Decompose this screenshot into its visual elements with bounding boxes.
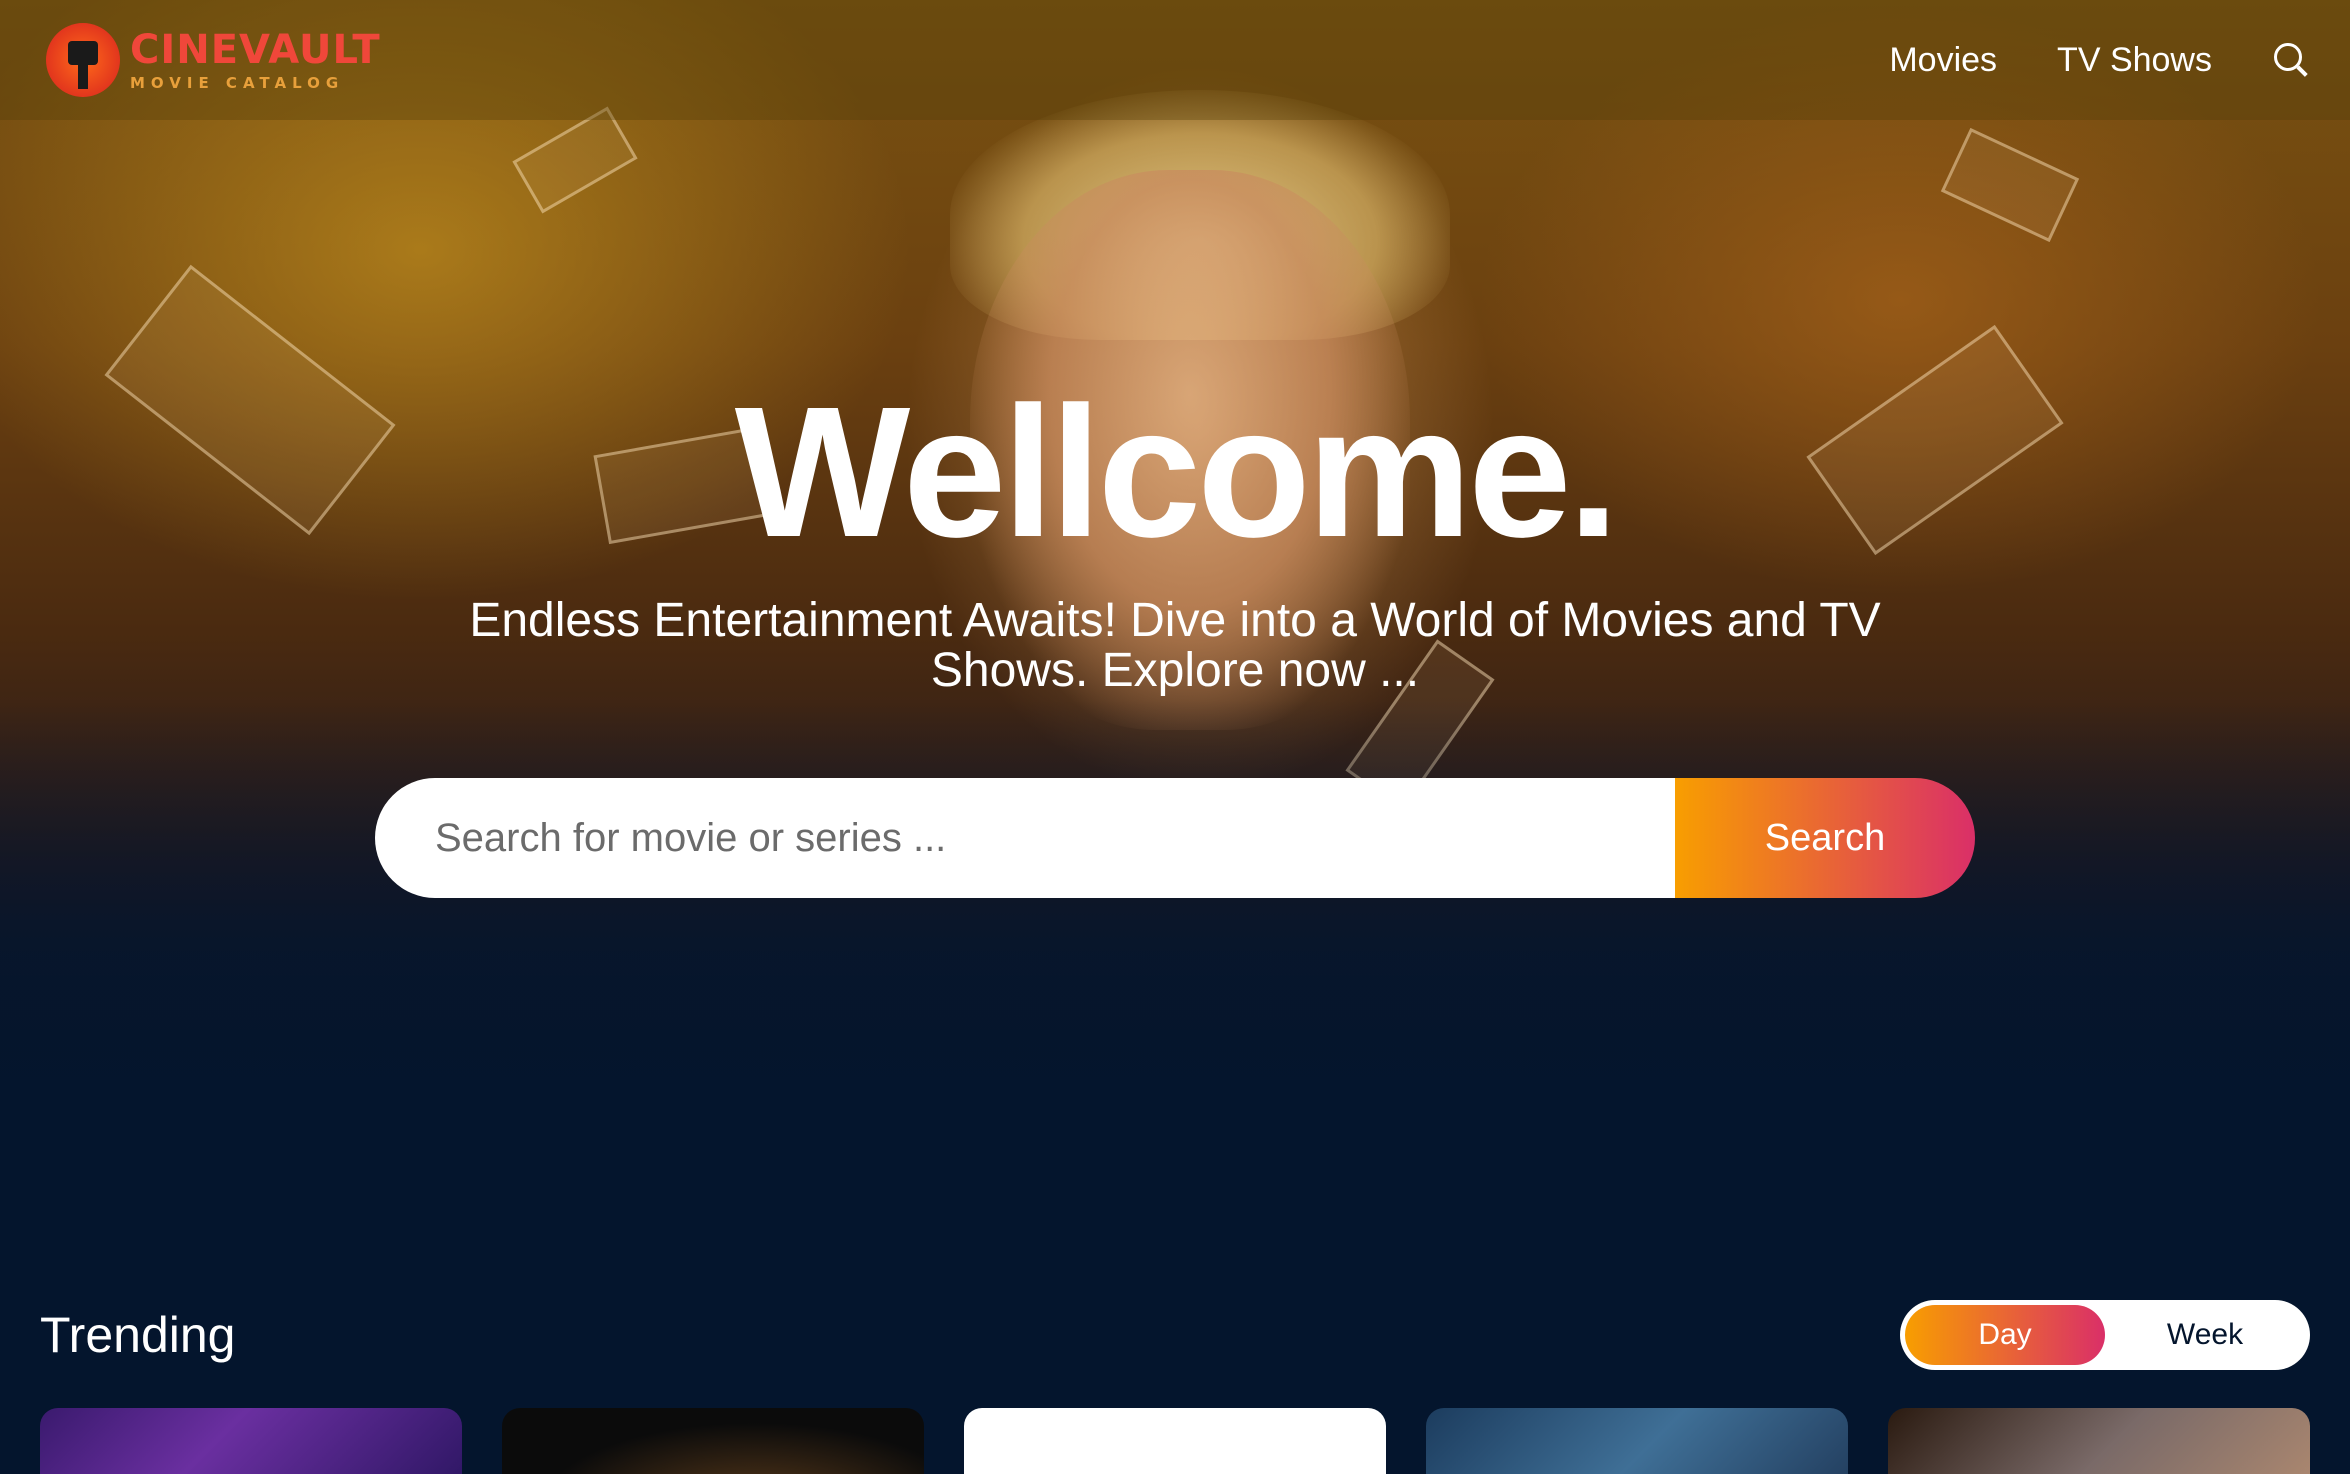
nav-link-movies[interactable]: Movies [1889, 41, 1997, 80]
movie-card[interactable] [964, 1408, 1386, 1474]
logo-subtitle: MOVIE CATALOG [130, 73, 345, 92]
tab-week[interactable]: Week [2105, 1305, 2305, 1365]
tab-day[interactable]: Day [1905, 1305, 2105, 1365]
movie-card[interactable] [502, 1408, 924, 1474]
trending-header: Trending Day Week [40, 1300, 2310, 1370]
hero-search-bar: Search [375, 778, 1975, 898]
trending-carousel [40, 1408, 2310, 1474]
section-title-trending: Trending [40, 1307, 236, 1363]
hero-title: Wellcome. [734, 369, 1620, 576]
nav-link-tv-shows[interactable]: TV Shows [2057, 41, 2212, 80]
film-camera-icon [46, 23, 120, 97]
page: CINEVAULT MOVIE CATALOG Movies TV Shows … [0, 0, 2350, 1474]
movie-card[interactable] [1888, 1408, 2310, 1474]
hero-subtitle: Endless Entertainment Awaits! Dive into … [469, 594, 1881, 697]
hero: Wellcome. Endless Entertainment Awaits! … [0, 380, 2350, 696]
time-window-switch: Day Week [1900, 1300, 2310, 1370]
main-nav: Movies TV Shows [1889, 41, 2310, 80]
logo-title: CINEVAULT [130, 26, 381, 73]
search-button[interactable]: Search [1675, 778, 1975, 898]
logo[interactable]: CINEVAULT MOVIE CATALOG [46, 23, 381, 97]
movie-card[interactable] [40, 1408, 462, 1474]
header: CINEVAULT MOVIE CATALOG Movies TV Shows [0, 0, 2350, 120]
search-input[interactable] [375, 778, 1675, 898]
search-icon[interactable] [2272, 41, 2310, 79]
movie-card[interactable] [1426, 1408, 1848, 1474]
